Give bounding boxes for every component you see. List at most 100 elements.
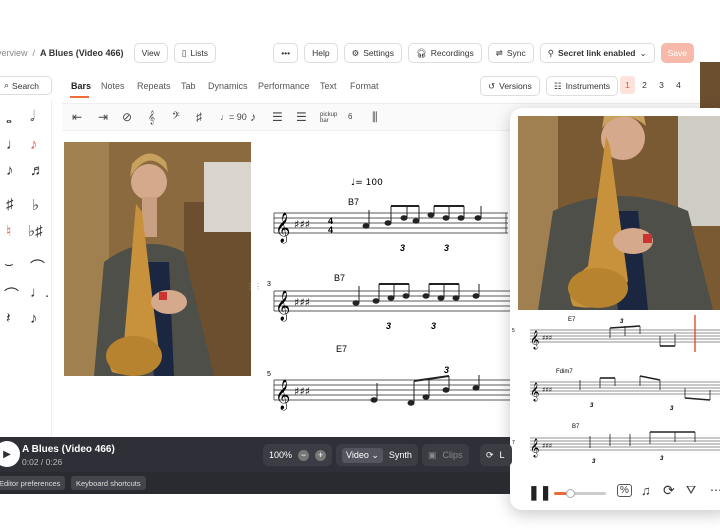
delete-bar-icon[interactable]: ⊘ [122,110,132,124]
clips-button[interactable]: ▣ Clips [422,444,469,466]
score-page[interactable]: ♩= 100 B7 𝄞 ♯♯♯ 4 4 3 3 3 B7 𝄞 ♯♯♯ 3 3 5… [266,168,510,433]
double-accidental-icon[interactable]: ♭♯ [28,222,43,240]
quarter-note-icon[interactable]: ♩ [6,136,21,153]
breadcrumb-overview[interactable]: Overview [0,48,28,58]
treble-clef-icon: 𝄞 [275,290,290,322]
tab-dynamics[interactable]: Dynamics [208,81,248,91]
secret-link-button[interactable]: ⚲ Secret link enabled ⌄ [539,43,655,63]
metronome-icon[interactable]: ⛛ [686,483,696,498]
volume-slider-thumb[interactable] [566,489,575,498]
half-note-icon[interactable]: 𝅗𝅥 [30,108,35,125]
fermata-icon[interactable]: ⌒ [4,284,19,305]
footer-bar: Editor preferences Keyboard shortcuts [0,472,510,494]
system-break-icon[interactable]: ☰ [296,110,307,124]
svg-text:3: 3 [660,456,664,462]
svg-text:3: 3 [592,459,596,465]
whole-note-icon[interactable]: 𝅝 [6,110,12,127]
tab-repeats[interactable]: Repeats [137,81,171,91]
tab-bars[interactable]: Bars [71,81,91,91]
svg-text:3: 3 [590,403,594,409]
page-4-button[interactable]: 4 [671,76,686,94]
search-button[interactable]: ⌕ Search [0,76,52,95]
popup-score[interactable]: 5 E7 𝄞 ♯♯♯ 3 Fdim7 𝄞 ♯♯♯ 3 3 7 B7 𝄞 ♯♯♯ … [510,310,720,475]
document-title[interactable]: A Blues (Video 466) [40,48,124,58]
instruments-icon: ☷ [554,80,562,91]
editor-preferences-button[interactable]: Editor preferences [0,476,66,490]
versions-button[interactable]: ↺ Versions [480,76,540,96]
sync-button[interactable]: ⇌ Sync [487,43,534,63]
popup-chord-1: E7 [568,317,576,323]
thirtysecond-note-icon[interactable]: ♬ [30,162,45,179]
bookmark-icon: ▯ [181,47,187,58]
search-icon: ⌕ [4,80,10,90]
sixteenth-note-icon[interactable]: ♪ [6,162,14,179]
staff-system-2[interactable]: 𝄞 ♯♯♯ 3 3 [273,283,510,331]
zoom-in-button[interactable]: + [315,449,327,461]
tab-notes[interactable]: Notes [101,81,125,91]
chord-symbol-2[interactable]: B7 [334,273,345,283]
tie-icon[interactable]: ⌣ [4,256,14,273]
resize-handle[interactable]: ⋮⋮ [246,282,262,294]
flat-icon[interactable]: ♭ [32,196,39,214]
chord-symbol-1[interactable]: B7 [348,197,359,207]
sharp-icon[interactable]: ♯ [6,196,14,213]
help-button[interactable]: Help [304,43,338,63]
view-button[interactable]: View [133,43,168,63]
player-time: 0:02 / 0:26 [22,457,63,467]
grace-note-icon[interactable]: ♪ [30,310,38,327]
more-icon[interactable]: ⋯ [710,483,720,497]
more-button[interactable]: ••• [273,43,299,63]
loop-icon[interactable]: ⟳ [663,482,675,499]
active-tab-indicator [70,96,89,98]
popup-controls: ❚❚ % ♫ ⟳ ⛛ ⋯ [510,476,720,510]
popup-chord-2: Fdim7 [556,369,573,375]
tab-performance[interactable]: Performance [258,81,310,91]
staff-system-3[interactable]: 𝄞 ♯♯♯ [273,375,510,411]
play-button[interactable]: ▶ [0,441,20,467]
bar-count-button[interactable]: 6 [348,112,352,121]
insert-bar-after-icon[interactable]: ⇥ [98,110,108,124]
svg-text:3: 3 [431,321,436,331]
time-signature-icon[interactable]: ♪ [250,110,256,124]
volume-slider[interactable] [554,489,606,498]
video-source-select[interactable]: Video ⌄ [342,447,383,463]
floating-video-panel[interactable]: 5 E7 𝄞 ♯♯♯ 3 Fdim7 𝄞 ♯♯♯ 3 3 7 B7 𝄞 ♯♯♯ … [510,108,720,510]
clef-icon[interactable]: 𝄞 [148,110,155,125]
zoom-out-button[interactable]: − [298,449,310,461]
bass-clef-icon[interactable]: 𝄢 [172,110,180,125]
notes-icon[interactable]: ♫ [641,483,651,498]
dotted-note-icon[interactable]: ♩. [30,284,49,301]
save-button[interactable]: Save [660,43,694,63]
page-1-button[interactable]: 1 [620,76,635,94]
tab-text[interactable]: Text [320,81,337,91]
synth-source-button[interactable]: Synth [389,450,412,460]
settings-button[interactable]: ⚙ Settings [343,43,402,63]
key-signature-icon[interactable]: ♯ [196,110,202,124]
svg-text:𝄞: 𝄞 [530,330,539,350]
loop-button[interactable]: ⟳ L [480,444,512,466]
page-3-button[interactable]: 3 [654,76,669,94]
slur-icon[interactable]: ⌒ [30,256,45,277]
clips-icon: ▣ [428,449,437,460]
tempo-icon[interactable]: ♩= 90 [220,112,247,122]
speed-icon[interactable]: % [617,484,632,497]
popup-video-player[interactable] [518,116,720,310]
measure-numbers-icon[interactable]: ⫼ [372,110,378,125]
barline-icon[interactable]: ☰ [272,110,283,124]
natural-icon[interactable]: ♮ [6,222,11,240]
recordings-button[interactable]: 🎧︎ Recordings [407,43,482,63]
rest-icon[interactable]: 𝄽 [6,310,11,327]
tab-format[interactable]: Format [350,81,379,91]
keyboard-shortcuts-button[interactable]: Keyboard shortcuts [71,476,146,490]
tab-tab[interactable]: Tab [181,81,196,91]
eighth-note-icon[interactable]: ♪ [30,136,38,153]
insert-bar-before-icon[interactable]: ⇤ [72,110,82,124]
pause-icon[interactable]: ❚❚ [528,484,551,501]
chord-symbol-3[interactable]: E7 [336,344,347,354]
lists-button[interactable]: ▯ Lists [173,43,217,63]
page-2-button[interactable]: 2 [637,76,652,94]
instruments-button[interactable]: ☷ Instruments [546,76,619,96]
pickup-bar-button[interactable]: pickup bar [320,112,338,124]
staff-system-1[interactable]: 𝄞 ♯♯♯ 4 4 3 3 [273,205,508,253]
main-video-player[interactable] [64,142,251,376]
